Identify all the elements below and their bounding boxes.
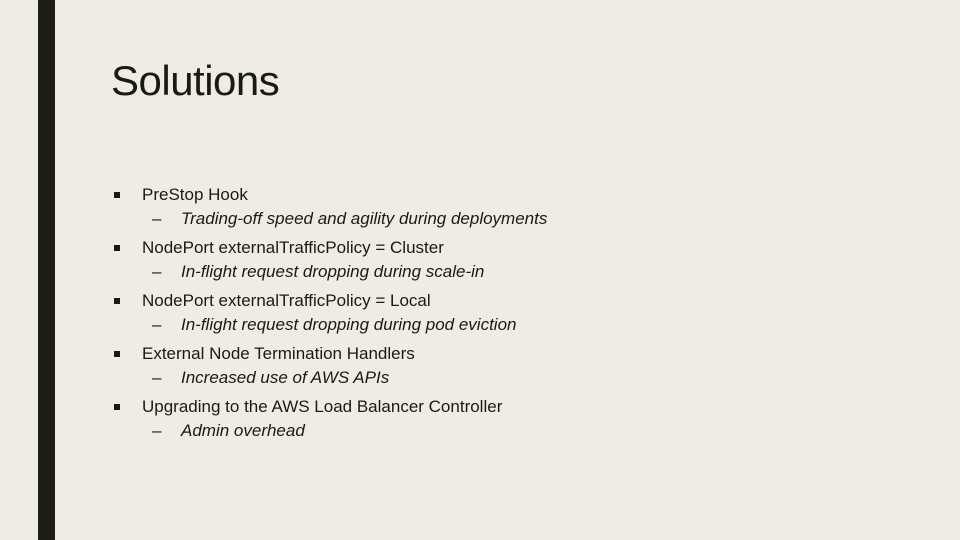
bullet-text: Upgrading to the AWS Load Balancer Contr… [142, 397, 503, 416]
bullet-text: NodePort externalTrafficPolicy = Local [142, 291, 431, 310]
bullet-text: External Node Termination Handlers [142, 344, 415, 363]
dash-bullet-icon: – [152, 209, 162, 228]
square-bullet-icon [114, 351, 120, 357]
dash-bullet-icon: – [152, 262, 162, 281]
square-bullet-icon [114, 192, 120, 198]
bullet-item: External Node Termination Handlers – Inc… [111, 342, 547, 390]
square-bullet-icon [114, 298, 120, 304]
dash-bullet-icon: – [152, 315, 162, 334]
dash-bullet-icon: – [152, 368, 162, 387]
slide-title: Solutions [111, 57, 280, 104]
bullet-list: PreStop Hook – Trading-off speed and agi… [111, 183, 547, 448]
bullet-text: NodePort externalTrafficPolicy = Cluster [142, 238, 444, 257]
slide: Solutions PreStop Hook – Trading-off spe… [0, 0, 960, 540]
square-bullet-icon [114, 404, 120, 410]
sub-bullet-text: In-flight request dropping during scale-… [181, 262, 485, 281]
accent-bar [38, 0, 55, 540]
sub-bullet-text: Trading-off speed and agility during dep… [181, 209, 548, 228]
bullet-item: NodePort externalTrafficPolicy = Cluster… [111, 236, 547, 284]
bullet-item: NodePort externalTrafficPolicy = Local –… [111, 289, 547, 337]
sub-bullet-text: Increased use of AWS APIs [181, 368, 390, 387]
bullet-item: Upgrading to the AWS Load Balancer Contr… [111, 395, 547, 443]
bullet-item: PreStop Hook – Trading-off speed and agi… [111, 183, 547, 231]
bullet-text: PreStop Hook [142, 185, 248, 204]
sub-bullet-text: In-flight request dropping during pod ev… [181, 315, 517, 334]
sub-bullet-text: Admin overhead [181, 421, 305, 440]
square-bullet-icon [114, 245, 120, 251]
dash-bullet-icon: – [152, 421, 162, 440]
